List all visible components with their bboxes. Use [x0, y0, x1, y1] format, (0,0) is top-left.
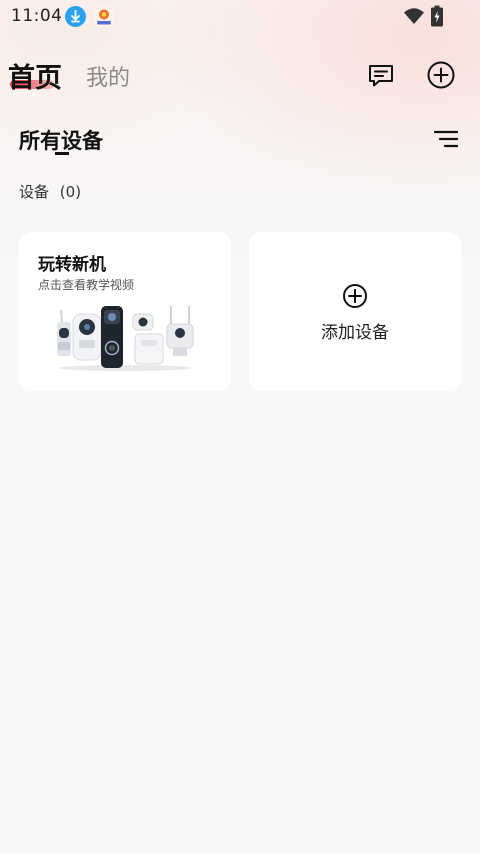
wifi-icon	[403, 7, 425, 29]
device-count-label: 设备	[19, 183, 50, 201]
status-time: 11:04	[11, 6, 63, 26]
promo-card[interactable]: 玩转新机 点击查看教学视频	[19, 232, 231, 391]
promo-card-subtitle: 点击查看教学视频	[38, 278, 135, 292]
status-bar: 11:04	[0, 0, 480, 32]
download-icon	[65, 6, 86, 27]
tab-mine[interactable]: 我的	[86, 60, 130, 92]
add-device-label: 添加设备	[321, 323, 389, 343]
camera-devices-image	[55, 300, 195, 372]
battery-charging-icon	[430, 5, 444, 31]
add-circle-icon[interactable]	[426, 60, 456, 90]
message-icon[interactable]	[366, 60, 396, 90]
device-count: 设备 (0)	[19, 181, 81, 202]
app-notification-icon	[93, 6, 115, 28]
section-title: 所有设备	[19, 129, 103, 153]
add-circle-icon	[342, 283, 368, 309]
promo-card-title: 玩转新机	[38, 255, 106, 275]
tab-home[interactable]: 首页	[8, 56, 62, 95]
sort-icon[interactable]	[433, 129, 459, 149]
section-title-indicator	[55, 152, 69, 155]
add-device-card[interactable]: 添加设备	[249, 232, 461, 391]
device-count-value: (0)	[59, 183, 82, 201]
